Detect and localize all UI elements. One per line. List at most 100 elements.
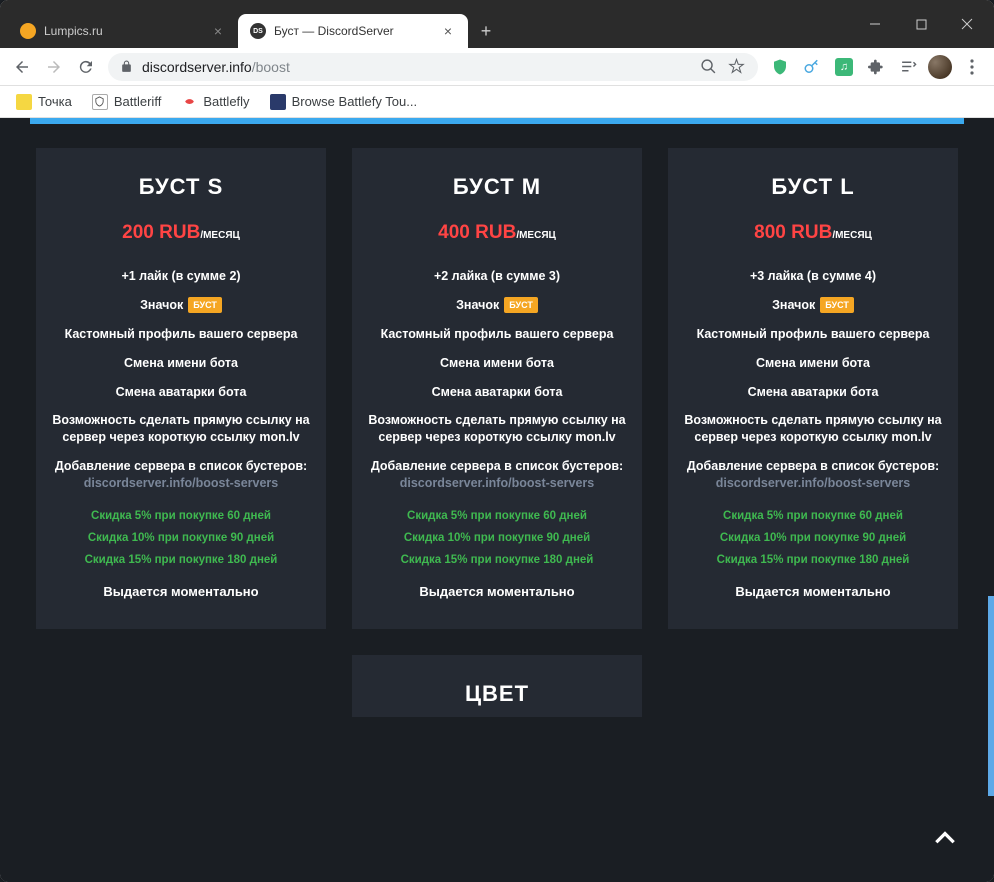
bookmark-label: Точка <box>38 94 72 109</box>
extension-shield-icon[interactable] <box>766 53 794 81</box>
discounts: Скидка 5% при покупке 60 дней Скидка 10%… <box>368 510 626 566</box>
reload-button[interactable] <box>72 53 100 81</box>
boosters-link[interactable]: discordserver.info/boost-servers <box>716 476 911 490</box>
discount-60: Скидка 5% при покупке 60 дней <box>52 510 310 522</box>
price-amount: 400 RUB <box>438 222 516 243</box>
feature-likes: +1 лайк (в сумме 2) <box>52 268 310 285</box>
discount-60: Скидка 5% при покупке 60 дней <box>368 510 626 522</box>
feature-badge: Значок БУСТ <box>368 297 626 314</box>
badge-label: Значок <box>140 297 183 314</box>
bookmark-battlefy[interactable]: Browse Battlefy Tou... <box>262 90 426 114</box>
boosters-link[interactable]: discordserver.info/boost-servers <box>400 476 595 490</box>
feature-bot-avatar: Смена аватарки бота <box>684 384 942 401</box>
feature-boosters: Добавление сервера в список бустеров: di… <box>52 458 310 492</box>
reading-list-icon[interactable] <box>894 53 922 81</box>
close-icon[interactable]: × <box>440 23 456 39</box>
bookmark-label: Browse Battlefy Tou... <box>292 94 418 109</box>
price-period: /МЕСЯЦ <box>516 230 556 241</box>
tab-discordserver[interactable]: DS Буст — DiscordServer × <box>238 14 468 48</box>
lock-icon <box>120 60 134 73</box>
plan-price: 800 RUB/МЕСЯЦ <box>684 222 942 244</box>
boost-badge: БУСТ <box>188 297 222 313</box>
plan-price: 200 RUB/МЕСЯЦ <box>52 222 310 244</box>
bookmark-label: Battlefly <box>203 94 249 109</box>
discount-60: Скидка 5% при покупке 60 дней <box>684 510 942 522</box>
plan-title: БУСТ S <box>52 174 310 200</box>
extension-key-icon[interactable] <box>798 53 826 81</box>
boost-badge: БУСТ <box>820 297 854 313</box>
price-period: /МЕСЯЦ <box>832 230 872 241</box>
feature-bot-avatar: Смена аватарки бота <box>52 384 310 401</box>
discount-90: Скидка 10% при покупке 90 дней <box>52 532 310 544</box>
feature-profile: Кастомный профиль вашего сервера <box>52 326 310 343</box>
search-icon[interactable] <box>700 58 718 75</box>
discount-180: Скидка 15% при покупке 180 дней <box>52 554 310 566</box>
url-path: /boost <box>252 59 290 75</box>
extension-music-icon[interactable]: ♫ <box>830 53 858 81</box>
discount-90: Скидка 10% при покупке 90 дней <box>368 532 626 544</box>
feature-profile: Кастомный профиль вашего сервера <box>368 326 626 343</box>
feature-badge: Значок БУСТ <box>52 297 310 314</box>
feature-shortlink: Возможность сделать прямую ссылку на сер… <box>52 412 310 446</box>
discount-180: Скидка 15% при покупке 180 дней <box>684 554 942 566</box>
window-close-button[interactable] <box>944 8 990 40</box>
feature-bot-name: Смена имени бота <box>684 355 942 372</box>
toolbar: discordserver.info/boost ♫ <box>0 48 994 86</box>
feature-shortlink: Возможность сделать прямую ссылку на сер… <box>684 412 942 446</box>
extensions-button[interactable] <box>862 53 890 81</box>
plan-m: БУСТ M 400 RUB/МЕСЯЦ +2 лайка (в сумме 3… <box>352 148 642 629</box>
url-domain: discordserver.info <box>142 59 252 75</box>
plan-title: БУСТ M <box>368 174 626 200</box>
profile-avatar[interactable] <box>926 53 954 81</box>
window-controls <box>852 0 994 48</box>
tab-strip: Lumpics.ru × DS Буст — DiscordServer × + <box>0 0 852 48</box>
forward-button[interactable] <box>40 53 68 81</box>
badge-label: Значок <box>456 297 499 314</box>
star-icon[interactable] <box>728 58 746 75</box>
discounts: Скидка 5% при покупке 60 дней Скидка 10%… <box>684 510 942 566</box>
scroll-to-top-button[interactable] <box>932 826 958 852</box>
minimize-button[interactable] <box>852 8 898 40</box>
close-icon[interactable]: × <box>210 23 226 39</box>
bookmark-battleriff[interactable]: Battleriff <box>84 90 169 114</box>
bookmark-tochka[interactable]: Точка <box>8 90 80 114</box>
boosters-link[interactable]: discordserver.info/boost-servers <box>84 476 279 490</box>
feature-bot-avatar: Смена аватарки бота <box>368 384 626 401</box>
feature-boosters: Добавление сервера в список бустеров: di… <box>368 458 626 492</box>
tab-title: Буст — DiscordServer <box>274 24 440 38</box>
feature-boosters: Добавление сервера в список бустеров: di… <box>684 458 942 492</box>
boost-badge: БУСТ <box>504 297 538 313</box>
maximize-button[interactable] <box>898 8 944 40</box>
color-section: ЦВЕТ <box>352 655 642 717</box>
bookmark-label: Battleriff <box>114 94 161 109</box>
favicon-icon <box>20 23 36 39</box>
feature-bot-name: Смена имени бота <box>368 355 626 372</box>
plan-price: 400 RUB/МЕСЯЦ <box>368 222 626 244</box>
plan-s: БУСТ S 200 RUB/МЕСЯЦ +1 лайк (в сумме 2)… <box>36 148 326 629</box>
page-content: БУСТ S 200 RUB/МЕСЯЦ +1 лайк (в сумме 2)… <box>0 118 994 882</box>
instant-delivery: Выдается моментально <box>368 584 626 599</box>
scrollbar-thumb[interactable] <box>988 596 994 796</box>
accent-bar <box>30 118 964 124</box>
bookmarks-bar: Точка Battleriff Battlefly Browse Battle… <box>0 86 994 118</box>
price-period: /МЕСЯЦ <box>200 230 240 241</box>
new-tab-button[interactable]: + <box>472 17 500 45</box>
tab-lumpics[interactable]: Lumpics.ru × <box>8 14 238 48</box>
discounts: Скидка 5% при покупке 60 дней Скидка 10%… <box>52 510 310 566</box>
feature-shortlink: Возможность сделать прямую ссылку на сер… <box>368 412 626 446</box>
pricing-plans: БУСТ S 200 RUB/МЕСЯЦ +1 лайк (в сумме 2)… <box>0 148 994 629</box>
address-bar[interactable]: discordserver.info/boost <box>108 53 758 81</box>
titlebar: Lumpics.ru × DS Буст — DiscordServer × + <box>0 0 994 48</box>
price-amount: 200 RUB <box>122 222 200 243</box>
menu-button[interactable] <box>958 59 986 75</box>
feature-bot-name: Смена имени бота <box>52 355 310 372</box>
feature-profile: Кастомный профиль вашего сервера <box>684 326 942 343</box>
feature-likes: +3 лайка (в сумме 4) <box>684 268 942 285</box>
badge-label: Значок <box>772 297 815 314</box>
favicon-icon: DS <box>250 23 266 39</box>
discount-90: Скидка 10% при покупке 90 дней <box>684 532 942 544</box>
back-button[interactable] <box>8 53 36 81</box>
plan-l: БУСТ L 800 RUB/МЕСЯЦ +3 лайка (в сумме 4… <box>668 148 958 629</box>
bookmark-battlefly[interactable]: Battlefly <box>173 90 257 114</box>
color-title: ЦВЕТ <box>368 681 626 707</box>
